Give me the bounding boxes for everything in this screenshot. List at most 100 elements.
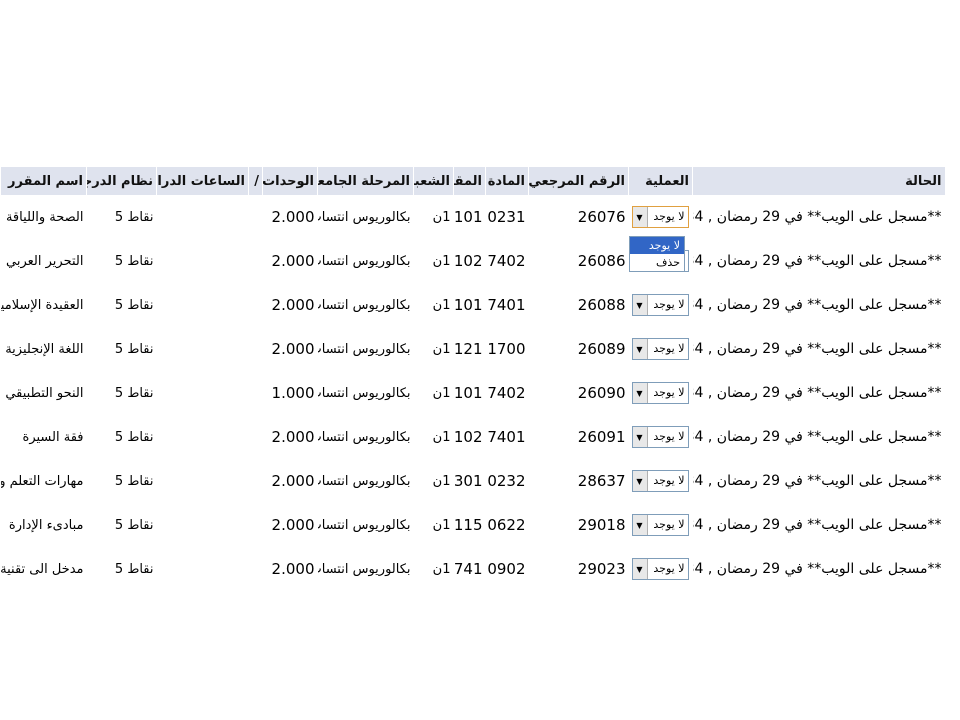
units-value: 2.000 [271,208,315,226]
operation-select[interactable]: لا يوجد ▼ [631,206,689,228]
subject-cell: 1700 [487,340,526,358]
course-name-cell: العقيدة الإسلامية والمذاهب [0,297,84,313]
subject-cell: 0231 [487,208,526,226]
header-section: الشعبة [413,167,454,195]
down-triangle-icon[interactable]: ▼ [632,471,648,491]
operation-select[interactable]: لا يوجد ▼ [631,470,689,492]
ref-number-cell: 26088 [577,296,626,314]
grading-cell: نقاط 5 [114,385,154,401]
grading-cell: نقاط 5 [114,517,154,533]
operation-cell: لا يوجد ▼ [629,459,693,503]
down-triangle-icon[interactable]: ▼ [632,515,648,535]
units-value: 2.000 [271,560,315,578]
units-cell: 2.000 [157,327,318,371]
section-cell: 1ن [432,209,451,225]
down-triangle-icon[interactable]: ▼ [632,559,648,579]
status-cell: **مسجل على الويب** في 29 رمضان , 1434 [693,561,942,577]
header-status: الحالة [692,167,945,195]
operation-select-value: لا يوجد [653,342,685,355]
down-triangle-icon[interactable]: ▼ [632,295,648,315]
ref-number-cell: 26091 [577,428,626,446]
course-name-cell: فقة السيرة [22,429,84,445]
ref-number-cell: 26076 [577,208,626,226]
course-cell: 101 [453,384,483,402]
table-header-row: الحالة العملية الرقم المرجعي للمقرر الما… [0,167,945,195]
course-name-cell: التحرير العربي [6,253,84,269]
table-row: **مسجل على الويب** في 29 رمضان , 1434لا … [1,195,945,239]
operation-select-value: لا يوجد [653,298,685,311]
section-cell: 1ن [432,297,451,313]
grading-cell: نقاط 5 [114,209,154,225]
ref-number-cell: 26090 [577,384,626,402]
operation-cell: لا يوجد ▼ [629,371,693,415]
units-value: 2.000 [271,472,315,490]
section-cell: 1ن [432,561,451,577]
table-row: **مسجل على الويب** في 29 رمضان , 1434لا … [1,459,945,503]
course-cell: 301 [453,472,483,490]
down-triangle-icon[interactable]: ▼ [632,383,648,403]
operation-select[interactable]: لا يوجد ▼ [631,294,689,316]
grading-cell: نقاط 5 [114,297,154,313]
operation-select[interactable]: لا يوجد ▼ [631,338,689,360]
units-value: 2.000 [271,252,315,270]
course-cell: 102 [453,428,483,446]
units-cell: 2.000 [157,547,318,591]
units-cell: 2.000 [157,415,318,459]
course-name-cell: مهارات التعلم والتفكير [0,473,84,489]
operation-select[interactable]: لا يوجد ▼ [631,382,689,404]
units-value: 2.000 [271,340,315,358]
units-value: 2.000 [271,516,315,534]
operation-cell: لا يوجد ▼ [629,327,693,371]
operation-select[interactable]: لا يوجد ▼ [631,426,689,448]
units-cell: 2.000 [157,459,318,503]
level-cell: بكالوريوس انتساب [317,341,411,357]
subject-cell: 7401 [487,296,526,314]
operation-select-value: لا يوجد [653,474,685,487]
units-cell: 2.000 [157,503,318,547]
operation-cell: لا يوجد ▼ [629,503,693,547]
operation-select-value: لا يوجد [653,518,685,531]
operation-cell: لا يوجد ▼ [629,283,693,327]
course-name-cell: النحو التطبيقي (1) [1,385,84,401]
units-cell: 2.000 [157,195,318,239]
ref-number-cell: 26089 [577,340,626,358]
section-cell: 1ن [432,253,451,269]
subject-cell: 7402 [487,384,526,402]
status-cell: **مسجل على الويب** في 29 رمضان , 1434 [693,429,942,445]
header-course-name: اسم المقرر [0,167,87,195]
status-cell: **مسجل على الويب** في 29 رمضان , 1434 [693,385,942,401]
course-cell: 121 [453,340,483,358]
operation-dropdown-list[interactable]: لا يوجد حذف [629,236,685,272]
units-cell: 2.000 [157,239,318,283]
dropdown-option-none[interactable]: لا يوجد [630,237,684,254]
down-triangle-icon[interactable]: ▼ [632,207,648,227]
status-cell: **مسجل على الويب** في 29 رمضان , 1434 [693,209,942,225]
units-value: 2.000 [271,428,315,446]
table-row: **مسجل على الويب** في 29 رمضان , 1434 لا … [1,239,945,283]
operation-select[interactable]: لا يوجد ▼ [631,558,689,580]
subject-cell: 0622 [487,516,526,534]
table-row: **مسجل على الويب** في 29 رمضان , 1434لا … [1,283,945,327]
down-triangle-icon[interactable]: ▼ [632,427,648,447]
dropdown-option-delete[interactable]: حذف [630,254,684,271]
course-cell: 101 [453,296,483,314]
down-triangle-icon[interactable]: ▼ [632,339,648,359]
operation-select-value: لا يوجد [653,386,685,399]
header-grading: نظام الدرجات [86,167,157,195]
header-ref-number: الرقم المرجعي للمقرر [528,167,629,195]
header-course: المقرر [453,167,486,195]
ref-number-cell: 29018 [577,516,626,534]
grading-cell: نقاط 5 [114,253,154,269]
operation-select[interactable]: لا يوجد ▼ [631,514,689,536]
ref-number-cell: 28637 [577,472,626,490]
registration-table: الحالة العملية الرقم المرجعي للمقرر الما… [0,167,945,591]
grading-cell: نقاط 5 [114,429,154,445]
subject-cell: 0232 [487,472,526,490]
units-value: 1.000 [271,384,315,402]
course-cell: 102 [453,252,483,270]
subject-cell: 0902 [487,560,526,578]
course-cell: 741 [453,560,483,578]
status-cell: **مسجل على الويب** في 29 رمضان , 1434 [693,297,942,313]
grading-cell: نقاط 5 [114,473,154,489]
status-cell: **مسجل على الويب** في 29 رمضان , 1434 [693,253,942,269]
